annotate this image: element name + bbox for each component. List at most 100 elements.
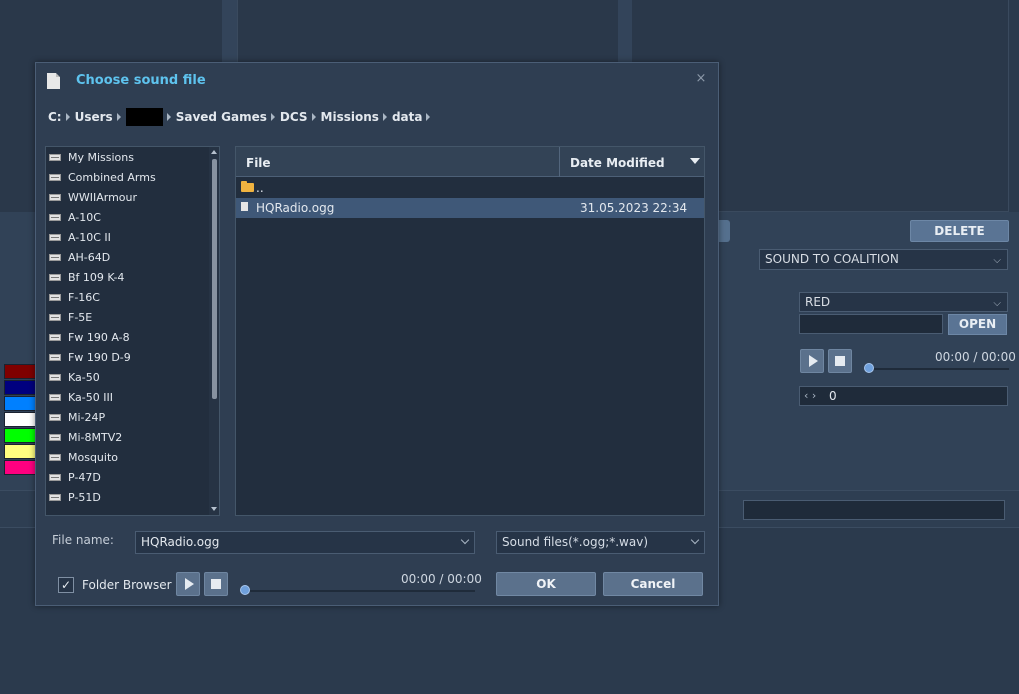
lower-text-field[interactable] <box>743 500 1005 520</box>
play-button[interactable] <box>800 349 824 373</box>
breadcrumb-item[interactable]: data <box>392 110 423 124</box>
sort-down-icon[interactable] <box>690 158 700 164</box>
folder-tree-item[interactable]: Ka-50 <box>49 368 100 386</box>
chevron-down-icon[interactable] <box>460 535 470 545</box>
open-button[interactable]: OPEN <box>948 314 1007 335</box>
stop-icon <box>211 579 221 589</box>
file-list-row[interactable]: HQRadio.ogg 31.05.2023 22:34 <box>236 198 704 218</box>
drive-icon <box>49 413 61 421</box>
file-list-header: File Date Modified <box>236 147 704 177</box>
folder-tree-item[interactable]: P-51D <box>49 488 101 506</box>
breadcrumb-arrow-icon[interactable] <box>270 113 275 121</box>
file-type-select[interactable]: Sound files(*.ogg;*.wav) <box>496 531 705 554</box>
playback-slider-handle[interactable] <box>864 363 874 373</box>
stop-button[interactable] <box>828 349 852 373</box>
folder-tree-item[interactable]: F-5E <box>49 308 92 326</box>
column-header-file[interactable]: File <box>246 156 271 170</box>
folder-browser-checkbox[interactable]: ✓ <box>58 577 74 593</box>
drive-icon <box>49 353 61 361</box>
breadcrumb-arrow-icon[interactable] <box>116 113 121 121</box>
sound-file-field[interactable] <box>799 314 943 334</box>
breadcrumb-arrow-icon[interactable] <box>426 113 431 121</box>
spin-arrows-icon[interactable]: ‹ › <box>804 389 816 402</box>
breadcrumb-arrow-icon[interactable] <box>311 113 316 121</box>
breadcrumb-arrow-icon[interactable] <box>382 113 387 121</box>
color-swatch[interactable] <box>4 364 36 379</box>
folder-tree-item[interactable]: Mosquito <box>49 448 118 466</box>
drive-icon <box>49 453 61 461</box>
drive-icon <box>49 333 61 341</box>
preview-slider-track[interactable] <box>242 590 475 592</box>
color-swatch[interactable] <box>4 396 36 411</box>
folder-tree-label: Ka-50 <box>68 370 100 384</box>
breadcrumb-item[interactable]: Saved Games <box>176 110 267 124</box>
folder-tree-item[interactable]: Bf 109 K-4 <box>49 268 124 286</box>
folder-tree-item[interactable]: AH-64D <box>49 248 110 266</box>
breadcrumb-item[interactable]: Missions <box>321 110 379 124</box>
folder-tree-label: Combined Arms <box>68 170 156 184</box>
coalition-select[interactable]: RED ⌵ <box>799 292 1008 312</box>
folder-tree-item[interactable]: A-10C II <box>49 228 111 246</box>
folder-tree-item[interactable]: F-16C <box>49 288 100 306</box>
scroll-down-icon[interactable] <box>211 507 217 511</box>
folder-tree-label: Fw 190 D-9 <box>68 350 131 364</box>
folder-tree-label: Bf 109 K-4 <box>68 270 125 284</box>
file-list-row[interactable]: .. <box>236 178 704 198</box>
document-icon <box>47 73 60 89</box>
play-icon <box>184 578 194 590</box>
folder-tree-item[interactable]: A-10C <box>49 208 101 226</box>
folder-tree-item[interactable]: Fw 190 D-9 <box>49 348 131 366</box>
file-name-cell: .. <box>256 181 264 195</box>
file-list[interactable]: File Date Modified .. HQRadio.ogg 31.05.20… <box>235 146 705 516</box>
dialog-title: Choose sound file <box>76 73 206 88</box>
file-icon <box>241 202 248 211</box>
ok-button[interactable]: OK <box>496 572 596 596</box>
preview-stop-button[interactable] <box>204 572 228 596</box>
drive-icon <box>49 313 61 321</box>
drive-icon <box>49 273 61 281</box>
breadcrumb-item[interactable]: C: <box>48 110 62 124</box>
hidden-button-edge[interactable] <box>718 220 730 242</box>
breadcrumb-item[interactable]: DCS <box>280 110 308 124</box>
folder-tree-item[interactable]: Ka-50 III <box>49 388 113 406</box>
folder-tree-label: P-47D <box>68 470 101 484</box>
preview-time: 00:00 / 00:00 <box>401 572 482 586</box>
folder-browser-label: Folder Browser <box>82 578 172 592</box>
color-swatch[interactable] <box>4 412 36 427</box>
folder-tree-item[interactable]: P-47D <box>49 468 101 486</box>
folder-tree-item[interactable]: Mi-8MTV2 <box>49 428 122 446</box>
color-swatch[interactable] <box>4 444 36 459</box>
close-icon[interactable]: × <box>693 71 709 87</box>
breadcrumb-arrow-icon[interactable] <box>166 113 171 121</box>
column-divider[interactable] <box>559 147 560 177</box>
action-type-select[interactable]: SOUND TO COALITION ⌵ <box>759 249 1008 270</box>
playback-time: 00:00 / 00:00 <box>935 350 1016 364</box>
file-name-cell: HQRadio.ogg <box>256 201 335 215</box>
tree-scrollbar[interactable] <box>209 147 219 515</box>
folder-tree-label: F-16C <box>68 290 100 304</box>
file-name-field[interactable]: HQRadio.ogg <box>135 531 475 554</box>
color-swatch[interactable] <box>4 460 36 475</box>
chevron-down-icon <box>690 535 700 545</box>
scroll-up-icon[interactable] <box>211 150 217 154</box>
folder-tree-item[interactable]: My Missions <box>49 148 134 166</box>
preview-play-button[interactable] <box>176 572 200 596</box>
preview-slider-handle[interactable] <box>240 585 250 595</box>
folder-tree-item[interactable]: Combined Arms <box>49 168 156 186</box>
delete-button[interactable]: DELETE <box>910 220 1009 242</box>
folder-tree-item[interactable]: Fw 190 A-8 <box>49 328 130 346</box>
folder-tree-item[interactable]: WWIIArmour <box>49 188 137 206</box>
breadcrumb-arrow-icon[interactable] <box>65 113 70 121</box>
breadcrumb-item[interactable]: Users <box>75 110 113 124</box>
chevron-down-icon: ⌵ <box>993 298 1001 309</box>
coalition-value: RED <box>805 295 831 309</box>
playback-slider-track[interactable] <box>866 368 1009 370</box>
column-header-date[interactable]: Date Modified <box>570 156 665 170</box>
folder-tree[interactable]: My Missions Combined Arms WWIIArmour A-10C A… <box>45 146 220 516</box>
counter-field[interactable]: ‹ › 0 <box>799 386 1008 406</box>
color-swatch[interactable] <box>4 380 36 395</box>
color-swatch[interactable] <box>4 428 36 443</box>
cancel-button[interactable]: Cancel <box>603 572 703 596</box>
scrollbar-thumb[interactable] <box>212 159 217 399</box>
folder-tree-item[interactable]: Mi-24P <box>49 408 105 426</box>
